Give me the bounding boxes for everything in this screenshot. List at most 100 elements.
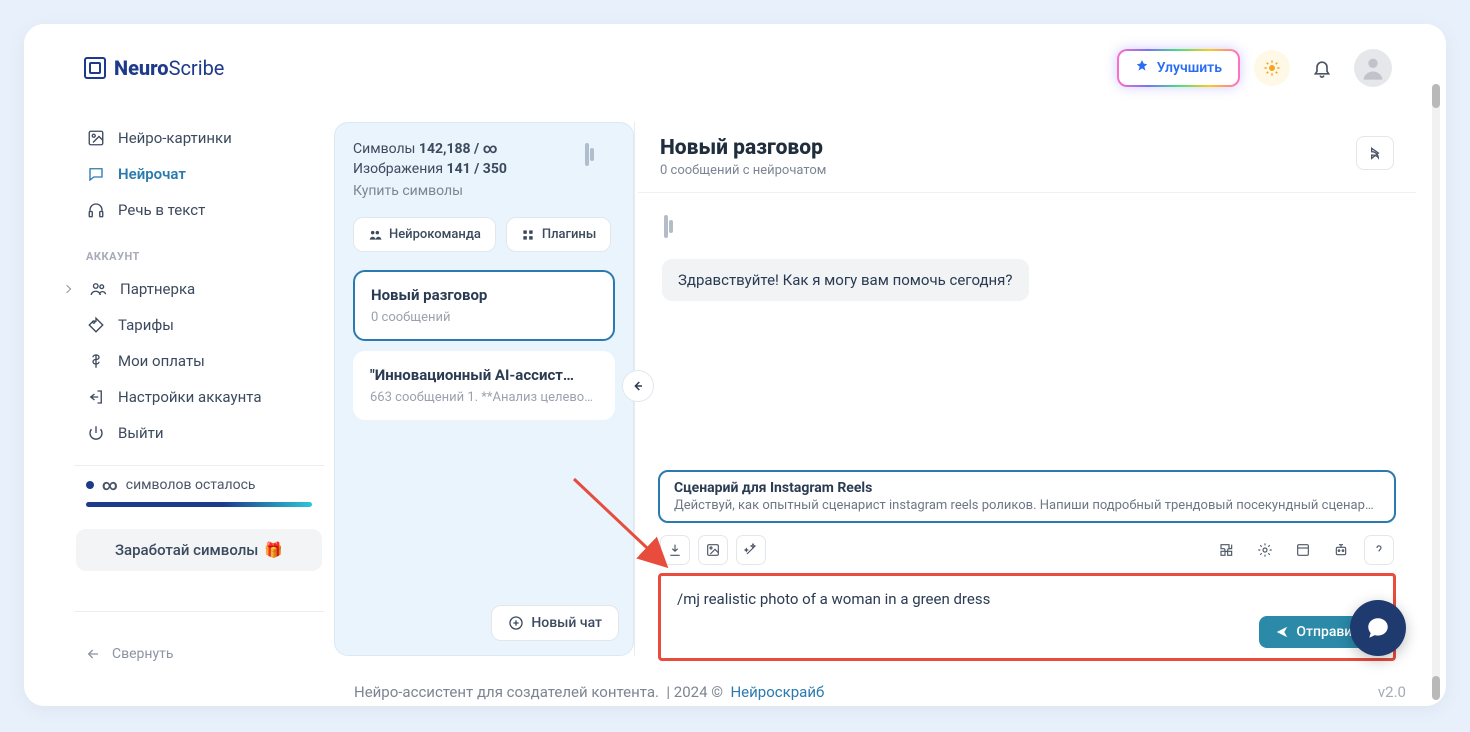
conversation-card-active[interactable]: Новый разговор 0 сообщений [353, 270, 615, 341]
tool-robot[interactable] [1326, 535, 1356, 565]
users-icon [88, 279, 108, 299]
section-label-account: АККАУНТ [74, 228, 324, 271]
template-card[interactable]: Сценарий для Instagram Reels Действуй, к… [658, 470, 1396, 523]
grid-icon [521, 228, 535, 242]
upgrade-button[interactable]: Улучшить [1117, 49, 1240, 87]
composer-toolbar [658, 535, 1396, 565]
footer-year: | 2024 © [666, 683, 723, 701]
scrollbar-thumb[interactable] [1432, 84, 1440, 108]
conv-sub: 663 сообщений 1. **Анализ целевой … [370, 390, 598, 405]
puzzle-icon [1219, 542, 1235, 558]
collapse-label: Свернуть [112, 646, 173, 662]
footer-brand-link[interactable]: Нейроскрайб [730, 683, 824, 701]
nav-logout[interactable]: Выйти [74, 415, 324, 451]
tag-icon [86, 315, 106, 335]
buy-symbols-link[interactable]: Купить символы [353, 183, 615, 199]
messages: Здравствуйте! Как я могу вам помочь сего… [638, 193, 1416, 325]
chat-list-panel: Символы 142,188 / ∞ Изображения 141 / 35… [334, 122, 634, 656]
back-button[interactable] [622, 370, 654, 402]
stats-symbols: Символы 142,188 / ∞ [353, 141, 615, 157]
send-icon [1275, 625, 1289, 639]
sun-icon [1263, 59, 1281, 77]
collapse-sidebar[interactable]: Свернуть [74, 638, 324, 670]
template-text: Действуй, как опытный сценарист instagra… [674, 498, 1380, 513]
sidebar: Нейро-картинки Нейрочат Речь в текст АКК… [74, 120, 324, 670]
conv-title: "Инновационный AI-ассист… [370, 366, 598, 384]
notifications-button[interactable] [1304, 50, 1340, 86]
wand-icon [743, 542, 759, 558]
pill-label: Плагины [542, 227, 596, 242]
pill-row: Нейрокоманда Плагины [353, 217, 615, 252]
plus-circle-icon [508, 615, 524, 631]
template-title: Сценарий для Instagram Reels [674, 480, 1380, 496]
logo-text-strong: Neuro [114, 56, 169, 80]
person-icon [1359, 54, 1387, 82]
tool-image[interactable] [698, 535, 728, 565]
nav-label: Нейрочат [118, 165, 186, 183]
nav-partner[interactable]: Партнерка [74, 271, 324, 307]
logo[interactable]: NeuroScribe [84, 56, 224, 80]
theme-toggle[interactable] [1254, 50, 1290, 86]
nav-speech-to-text[interactable]: Речь в текст [74, 192, 324, 228]
stats-label: Изображения [353, 161, 443, 177]
nav-neurochat[interactable]: Нейрочат [74, 156, 324, 192]
pill-label: Нейрокоманда [389, 227, 481, 242]
upgrade-label: Улучшить [1157, 60, 1222, 76]
input-zone: Сценарий для Instagram Reels Действуй, к… [658, 470, 1396, 661]
composer-highlighted[interactable]: /mj realistic photo of a woman in a gree… [658, 573, 1396, 661]
nav-label: Мои оплаты [118, 352, 205, 370]
infinity-symbol: ∞ [102, 476, 118, 494]
arrow-left-icon [630, 378, 646, 394]
nav-neuro-images[interactable]: Нейро-картинки [74, 120, 324, 156]
scrollbar-thumb-bottom[interactable] [1432, 676, 1440, 700]
header: NeuroScribe Улучшить [24, 24, 1432, 103]
pill-plugins[interactable]: Плагины [506, 217, 611, 252]
version-label: v2.0 [1378, 683, 1406, 701]
footer: Нейро-ассистент для создателей контента.… [354, 683, 824, 701]
nav-label: Тарифы [118, 316, 174, 334]
symbols-remaining: ∞ символов осталось [74, 476, 324, 494]
bot-avatar-icon [664, 217, 694, 247]
stats-value: 142,188 / ∞ [419, 141, 498, 157]
earn-label: Заработай символы [115, 541, 258, 559]
nav-label: Речь в текст [118, 201, 205, 219]
new-chat-button[interactable]: Новый чат [491, 605, 619, 641]
progress-bar [86, 502, 312, 507]
collapse-icon [86, 646, 102, 662]
avatar[interactable] [1354, 49, 1392, 87]
question-icon [1371, 542, 1387, 558]
conv-sub: 0 сообщений [371, 310, 597, 325]
divider [74, 611, 324, 612]
headphones-icon [86, 200, 106, 220]
nav-settings[interactable]: Настройки аккаунта [74, 379, 324, 415]
tool-download[interactable] [660, 535, 690, 565]
composer-input[interactable]: /mj realistic photo of a woman in a gree… [677, 590, 1377, 608]
download-icon [667, 542, 683, 558]
logo-icon [84, 57, 106, 79]
conversation-card[interactable]: "Инновационный AI-ассист… 663 сообщений … [353, 351, 615, 420]
share-button[interactable] [1356, 136, 1394, 170]
image-icon [705, 542, 721, 558]
header-right: Улучшить [1117, 49, 1392, 87]
chat-main: Новый разговор 0 сообщений с нейрочатом … [638, 122, 1416, 686]
tool-puzzle[interactable] [1212, 535, 1242, 565]
gift-icon: 🎁 [264, 541, 283, 559]
chat-icon [86, 164, 106, 184]
logo-text-rest: Scribe [169, 56, 225, 80]
pill-neuroteam[interactable]: Нейрокоманда [353, 217, 496, 252]
conv-title: Новый разговор [371, 286, 597, 304]
dollar-icon [86, 351, 106, 371]
tool-layout[interactable] [1288, 535, 1318, 565]
help-fab[interactable] [1350, 600, 1406, 656]
earn-symbols-button[interactable]: Заработай символы 🎁 [76, 529, 322, 571]
nav-tariffs[interactable]: Тарифы [74, 307, 324, 343]
tool-help[interactable] [1364, 535, 1394, 565]
nav-payments[interactable]: Мои оплаты [74, 343, 324, 379]
tool-magic[interactable] [736, 535, 766, 565]
footer-tagline: Нейро-ассистент для создателей контента. [354, 683, 659, 701]
chat-bubble-icon [1365, 615, 1391, 641]
new-chat-label: Новый чат [531, 615, 602, 631]
divider [74, 465, 324, 466]
chat-title: Новый разговор [660, 136, 826, 160]
tool-settings[interactable] [1250, 535, 1280, 565]
